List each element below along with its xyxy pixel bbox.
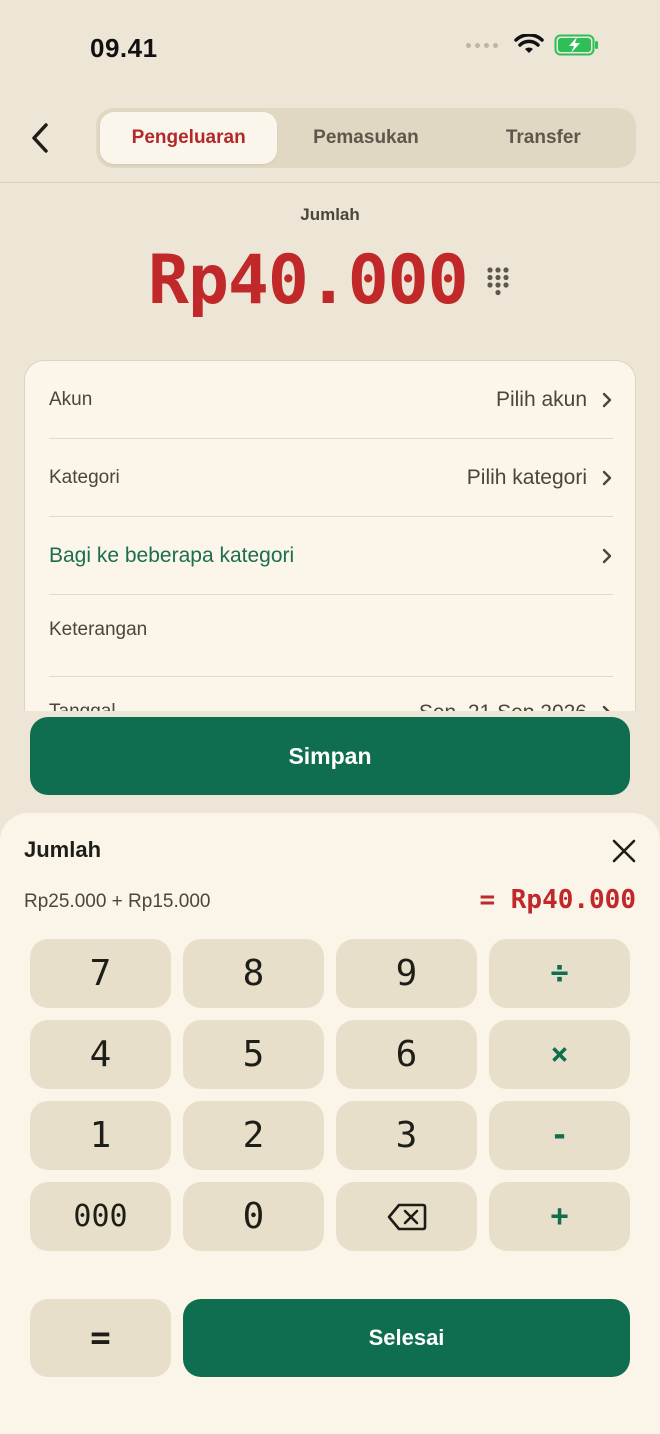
key-8[interactable]: 8 [183, 939, 324, 1008]
tab-pengeluaran[interactable]: Pengeluaran [100, 112, 278, 164]
calculator-result: = Rp40.000 [479, 885, 636, 915]
status-time: 09.41 [90, 33, 158, 63]
date-label: Tanggal [49, 701, 116, 711]
key-equals[interactable]: = [30, 1299, 171, 1377]
key-2[interactable]: 2 [183, 1101, 324, 1170]
key-9[interactable]: 9 [336, 939, 477, 1008]
split-category-row[interactable]: Bagi ke beberapa kategori [49, 517, 613, 595]
wifi-icon [514, 34, 544, 53]
done-button[interactable]: Selesai [183, 1299, 630, 1377]
nav-divider [0, 182, 660, 183]
date-text: Sen, 21 Sep 2026 [419, 701, 587, 711]
signal-icon [466, 42, 498, 48]
key-000[interactable]: 000 [30, 1182, 171, 1251]
calculator-expression: Rp25.000 + Rp15.000 [24, 891, 211, 912]
keypad-icon[interactable] [486, 266, 510, 296]
key-7[interactable]: 7 [30, 939, 171, 1008]
chevron-right-icon [602, 705, 610, 711]
tab-transfer[interactable]: Transfer [455, 112, 632, 164]
note-field[interactable]: Keterangan [49, 595, 613, 677]
calculator-title: Jumlah [24, 837, 102, 862]
key-multiply[interactable]: × [489, 1020, 630, 1089]
category-row[interactable]: Kategori Pilih kategori [49, 439, 613, 517]
date-value: Sen, 21 Sep 2026 [419, 701, 613, 711]
transaction-type-tabs: Pengeluaran Pemasukan Transfer [96, 108, 636, 168]
save-button[interactable]: Simpan [30, 717, 630, 795]
account-placeholder: Pilih akun [495, 387, 587, 411]
amount-value[interactable]: Rp40.000 [148, 236, 469, 326]
chevron-right-icon [602, 392, 612, 407]
amount-label: Jumlah [300, 205, 360, 224]
key-add[interactable]: + [489, 1182, 630, 1251]
account-row[interactable]: Akun Pilih akun [49, 361, 613, 439]
status-icons [466, 34, 600, 56]
tab-pemasukan[interactable]: Pemasukan [277, 112, 454, 164]
battery-icon [554, 34, 598, 56]
key-subtract[interactable]: - [489, 1101, 630, 1170]
key-divide[interactable]: ÷ [489, 939, 630, 1008]
key-3[interactable]: 3 [336, 1101, 477, 1170]
transaction-form: Akun Pilih akun Kategori Pilih kategori … [24, 360, 636, 711]
account-label: Akun [49, 388, 93, 410]
key-0[interactable]: 0 [183, 1182, 324, 1251]
key-1[interactable]: 1 [30, 1101, 171, 1170]
chevron-left-icon [32, 123, 48, 153]
note-placeholder: Keterangan [49, 619, 148, 640]
status-bar: 09.41 [0, 0, 660, 96]
key-4[interactable]: 4 [30, 1020, 171, 1089]
back-button[interactable] [20, 118, 60, 158]
chevron-right-icon [602, 548, 612, 563]
account-value: Pilih akun [496, 388, 613, 412]
category-label: Kategori [49, 466, 120, 488]
category-value: Pilih kategori [467, 466, 613, 490]
category-placeholder: Pilih kategori [466, 465, 587, 489]
chevron-right-icon [602, 470, 612, 485]
backspace-key[interactable] [336, 1182, 477, 1251]
backspace-icon [387, 1203, 426, 1230]
close-icon [612, 839, 636, 863]
key-6[interactable]: 6 [336, 1020, 477, 1089]
split-category-link: Bagi ke beberapa kategori [49, 543, 295, 567]
amount-display: Rp40.000 [0, 236, 660, 326]
close-button[interactable] [606, 833, 642, 869]
key-5[interactable]: 5 [183, 1020, 324, 1089]
date-row[interactable]: Tanggal Sen, 21 Sep 2026 [49, 677, 613, 711]
calculator-sheet: Jumlah Rp25.000 + Rp15.000 = Rp40.000 7 … [0, 813, 660, 1434]
top-nav: Pengeluaran Pemasukan Transfer [0, 106, 660, 170]
